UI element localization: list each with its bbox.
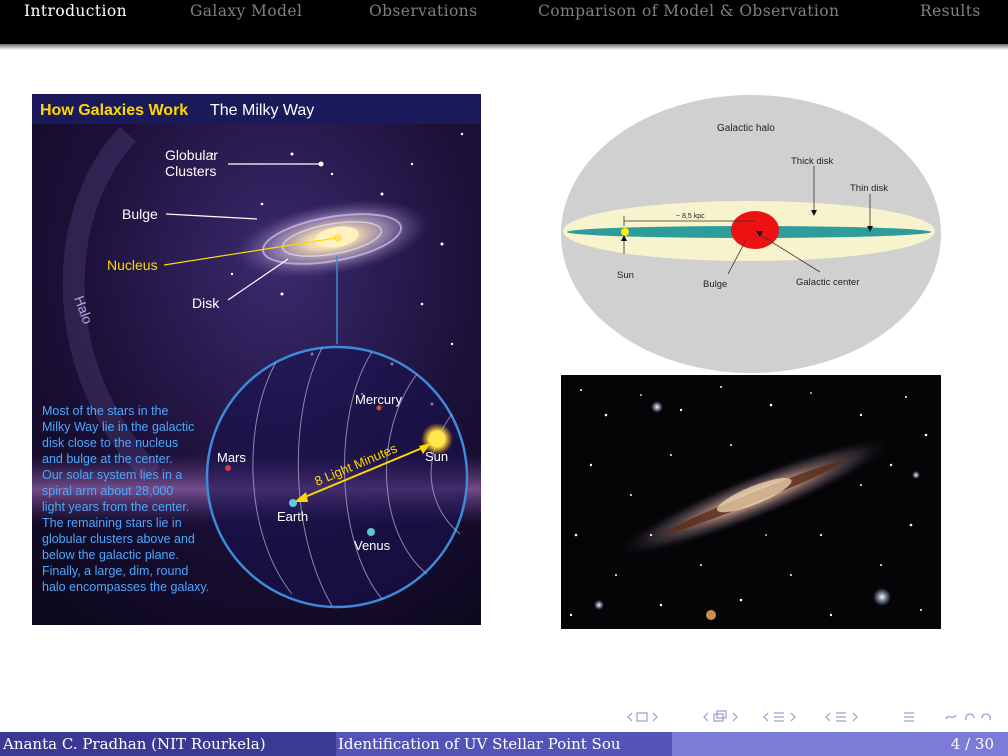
- description-line: Finally, a large, dim, round: [42, 564, 188, 578]
- nav-results[interactable]: Results: [920, 2, 981, 20]
- bulge-ellipse: [731, 211, 779, 249]
- milky-way-figure: How Galaxies Work The Milky Way Globular…: [32, 94, 481, 625]
- nav-comparison[interactable]: Comparison of Model & Observation: [538, 2, 839, 20]
- label-nucleus: Nucleus: [107, 257, 158, 273]
- description-line: Most of the stars in the: [42, 404, 168, 418]
- nav-observations[interactable]: Observations: [369, 2, 477, 20]
- label-earth: Earth: [277, 509, 308, 524]
- label-thin-disk: Thin disk: [850, 183, 888, 194]
- back-icon: [965, 713, 975, 721]
- label-bulge: Bulge: [122, 206, 158, 222]
- description-line: below the galactic plane.: [42, 548, 179, 562]
- figure-title-plain: The Milky Way: [210, 102, 314, 119]
- label-bulge: Bulge: [703, 279, 727, 290]
- forward-icon: [981, 713, 991, 721]
- next-subsection-icon: [732, 712, 738, 722]
- prev-section-icon: [763, 712, 769, 722]
- description-line: The remaining stars lie in: [42, 516, 182, 530]
- edge-on-galaxy-photo: [561, 375, 941, 629]
- nav-bar-shadow: [0, 44, 1008, 50]
- nav-introduction[interactable]: Introduction: [24, 2, 127, 20]
- label-distance: ~ 8,5 kpc: [676, 213, 705, 220]
- label-sun: Sun: [617, 270, 634, 281]
- section-nav-bar: Introduction Galaxy Model Observations C…: [0, 0, 1008, 44]
- next-section-icon: [790, 712, 796, 722]
- label-sun: Sun: [425, 449, 448, 464]
- milky-way-illustration: How Galaxies Work The Milky Way Globular…: [32, 94, 481, 625]
- galactic-structure-diagram: Galactic halo Thick disk Thin disk ~ 8,5…: [560, 94, 942, 374]
- description-line: halo encompasses the galaxy.: [42, 580, 209, 594]
- label-disk: Disk: [192, 295, 220, 311]
- label-thick-disk: Thick disk: [791, 156, 833, 167]
- label-globular: Globular: [165, 147, 218, 163]
- description-line: disk close to the nucleus: [42, 436, 178, 450]
- figure-title-bold: How Galaxies Work: [40, 102, 188, 119]
- frame-icon: [636, 712, 648, 722]
- label-clusters: Clusters: [165, 163, 216, 179]
- footer-author: Ananta C. Pradhan (NIT Rourkela): [0, 732, 336, 756]
- footer-title: Identification of UV Stellar Point Sou: [336, 732, 672, 756]
- description-line: spiral arm about 28,000: [42, 484, 173, 498]
- label-mercury: Mercury: [355, 392, 402, 407]
- beamer-navigation-symbols[interactable]: [626, 708, 1006, 726]
- sun-marker: [621, 228, 629, 236]
- description-line: globular clusters above and: [42, 532, 195, 546]
- label-mars: Mars: [217, 450, 246, 465]
- prev-frame-icon: [627, 712, 633, 722]
- next-frame-icon: [652, 712, 658, 722]
- description-line: and bulge at the center.: [42, 452, 173, 466]
- next-document-icon: [852, 712, 858, 722]
- footer-page-number: 4 / 30: [672, 732, 1008, 756]
- label-galactic-center: Galactic center: [796, 277, 859, 288]
- label-galactic-halo: Galactic halo: [717, 123, 775, 134]
- nav-galaxy-model[interactable]: Galaxy Model: [190, 2, 302, 20]
- label-venus: Venus: [354, 538, 391, 553]
- search-icon: [945, 714, 957, 720]
- footer-bar: Ananta C. Pradhan (NIT Rourkela) Identif…: [0, 732, 1008, 756]
- prev-document-icon: [825, 712, 831, 722]
- nav-symbols-svg[interactable]: [626, 708, 1006, 726]
- description-line: Milky Way lie in the galactic: [42, 420, 194, 434]
- galaxy-photo-svg: [561, 375, 941, 629]
- description-line: light years from the center.: [42, 500, 189, 514]
- description-line: Our solar system lies in a: [42, 468, 182, 482]
- prev-subsection-icon: [703, 712, 709, 722]
- structure-diagram-svg: Galactic halo Thick disk Thin disk ~ 8,5…: [561, 95, 941, 373]
